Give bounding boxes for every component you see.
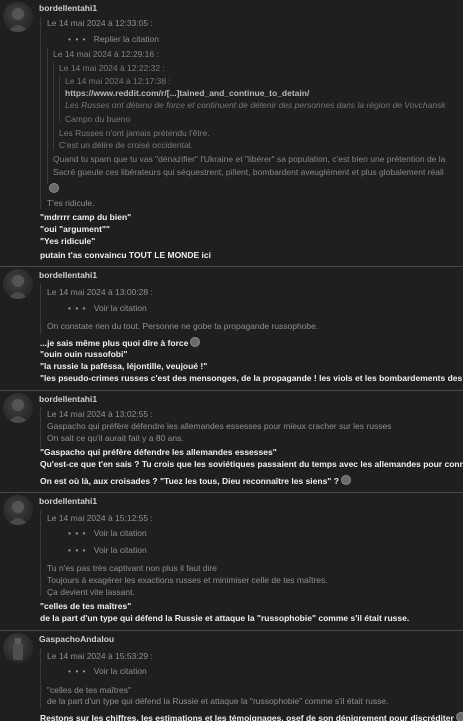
quote-date: Le 14 mai 2024 à 12:29:16 : [53, 49, 159, 59]
post-body-line: "ouin ouin russofobi" [40, 349, 128, 359]
post-body-line: On est où là, aux croisades ? "Tuez les … [40, 475, 351, 486]
quote-bar [40, 648, 41, 708]
post-body-line: "les pseudo-crimes russes c'est des mens… [40, 373, 463, 383]
quote-text: Les Russes n'ont jamais prétendu l'être. [59, 128, 210, 138]
quote-text: Les Russes ont détenu de force et contin… [65, 100, 446, 110]
post-body-line: "Gaspacho qui préfère défendre les allem… [40, 447, 277, 457]
quote-text: C'est un délire de croisé occidental. [59, 140, 193, 150]
author-name[interactable]: bordellentahi1 [39, 496, 97, 506]
author-name[interactable]: GaspachoAndalou [39, 634, 114, 644]
quote-date: Le 14 mai 2024 à 13:00:28 : [47, 287, 153, 297]
post: bordellentahi1 Le 14 mai 2024 à 13:02:55… [0, 391, 463, 491]
quote-bar [40, 510, 41, 596]
quote-date: Le 14 mai 2024 à 12:22:32 : [59, 63, 165, 73]
author-name[interactable]: bordellentahi1 [39, 394, 97, 404]
smiley-icon [47, 183, 59, 194]
post: GaspachoAndalou Le 14 mai 2024 à 15:53:2… [0, 631, 463, 721]
smiley-icon [455, 712, 463, 721]
avatar[interactable] [3, 633, 33, 663]
author-name[interactable]: bordellentahi1 [39, 3, 97, 13]
quote-date: Le 14 mai 2024 à 13:02:55 : [47, 409, 153, 419]
quote-text: Gaspacho qui préfère défendre les allema… [47, 421, 392, 431]
quote-text: T'es ridicule. [47, 198, 95, 208]
quote-text: Ça devient vite lassant. [47, 587, 135, 597]
quote-bar [40, 284, 41, 334]
quote-text: Sacré gueule ces libérateurs qui séquest… [53, 167, 444, 177]
quote-bar [47, 48, 48, 184]
quote-text: Toujours à exagérer les exactions russes… [47, 575, 328, 585]
avatar[interactable] [3, 495, 33, 525]
post-body-line: de la part d'un type qui défend la Russi… [40, 613, 410, 623]
post-body-line: "mdrrrr camp du bien" [40, 212, 132, 222]
quote-text: Campo du bueno [65, 114, 131, 124]
reddit-link[interactable]: https://www.reddit.com/r/[...]tained_and… [65, 88, 309, 98]
quote-bar [59, 75, 60, 123]
post-body-line: "oui "argument"" [40, 224, 110, 234]
see-quote-link[interactable]: • • • Voir la citation [68, 545, 147, 555]
see-quote-link[interactable]: • • • Voir la citation [68, 666, 147, 676]
quote-bar [40, 407, 41, 447]
post-body-line: Restons sur les chiffres, les estimation… [40, 712, 463, 721]
quote-text: "celles de tes maîtres" [47, 685, 131, 695]
post-body-line: putain t'as convaincu TOUT LE MONDE ici [40, 250, 211, 260]
post-body-line: "la russie la pafêssa, léjontille, veujo… [40, 361, 208, 371]
quote-date: Le 14 mai 2024 à 12:33:05 : [47, 18, 153, 28]
smiley-icon [190, 337, 201, 347]
quote-text: On constate rien du tout. Personne ne go… [47, 321, 319, 331]
quote-bar [53, 62, 54, 150]
post-body-line: "celles de tes maîtres" [40, 601, 132, 611]
quote-text: Quand tu spam que tu vas "dénazifier" l'… [53, 154, 446, 164]
quote-bar [40, 17, 41, 209]
collapse-quote-link[interactable]: • • • Replier la citation [68, 34, 159, 44]
post: bordellentahi1 Le 14 mai 2024 à 13:00:28… [0, 267, 463, 389]
post: bordellentahi1 Le 14 mai 2024 à 12:33:05… [0, 0, 463, 266]
author-name[interactable]: bordellentahi1 [39, 270, 97, 280]
quote-date: Le 14 mai 2024 à 15:53:29 : [47, 651, 153, 661]
quote-text: Tu n'es pas très captivant non plus il f… [47, 563, 217, 573]
post-body-line: "Yes ridicule" [40, 236, 96, 246]
quote-date: Le 14 mai 2024 à 12:17:38 : [65, 76, 171, 86]
quote-date: Le 14 mai 2024 à 15:12:55 : [47, 513, 153, 523]
post-body-line: ...je sais même plus quoi dire à force [40, 337, 201, 348]
see-quote-link[interactable]: • • • Voir la citation [68, 528, 147, 538]
avatar[interactable] [3, 2, 33, 32]
avatar[interactable] [3, 393, 33, 423]
avatar[interactable] [3, 269, 33, 299]
quote-text: de la part d'un type qui défend la Russi… [47, 696, 389, 706]
see-quote-link[interactable]: • • • Voir la citation [68, 303, 147, 313]
post: bordellentahi1 Le 14 mai 2024 à 15:12:55… [0, 493, 463, 629]
post-body-line: Qu'est-ce que t'en sais ? Tu crois que l… [40, 459, 463, 469]
quote-text: On sait ce qu'il aurait fait y a 80 ans. [47, 433, 184, 443]
smiley-icon [340, 475, 351, 485]
